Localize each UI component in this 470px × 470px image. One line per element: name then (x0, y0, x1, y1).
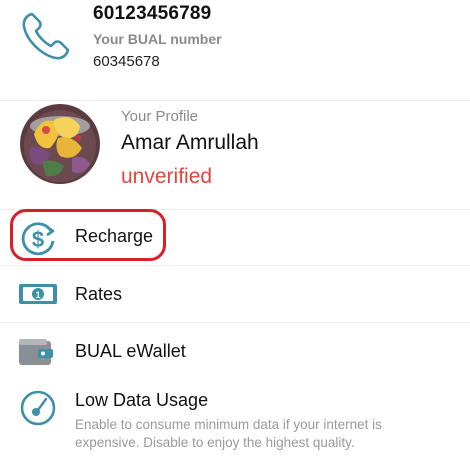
settings-screen: 60123456789 Your BUAL number 60345678 Yo… (0, 0, 470, 470)
wallet-icon (19, 339, 53, 365)
avatar[interactable] (20, 104, 100, 184)
banknote-icon: 1 (19, 284, 57, 304)
menu-item-rates[interactable]: 1 Rates (0, 266, 470, 323)
ewallet-label: BUAL eWallet (75, 341, 186, 361)
phone-number: 60123456789 (93, 3, 212, 24)
menu-item-low-data-usage[interactable]: Low Data Usage Enable to consume minimum… (0, 380, 470, 470)
profile-section[interactable]: Your Profile Amar Amrullah unverified (0, 101, 470, 210)
gauge-icon (20, 390, 56, 426)
low-data-usage-label: Low Data Usage (75, 390, 209, 410)
low-data-usage-description: Enable to consume minimum data if your i… (75, 417, 382, 450)
svg-text:1: 1 (35, 290, 40, 300)
secondary-number: 60345678 (93, 53, 160, 70)
phone-icon (22, 12, 70, 60)
avatar-image (20, 104, 100, 184)
profile-caption: Your Profile (121, 108, 198, 125)
verification-status: unverified (121, 165, 213, 188)
profile-name: Amar Amrullah (121, 131, 259, 154)
phone-number-caption: Your BUAL number (93, 31, 222, 47)
rates-label: Rates (75, 284, 123, 304)
menu-item-ewallet[interactable]: BUAL eWallet (0, 323, 470, 379)
bual-number-section: 60123456789 Your BUAL number 60345678 (0, 0, 470, 101)
recharge-highlight-annotation (10, 209, 166, 261)
